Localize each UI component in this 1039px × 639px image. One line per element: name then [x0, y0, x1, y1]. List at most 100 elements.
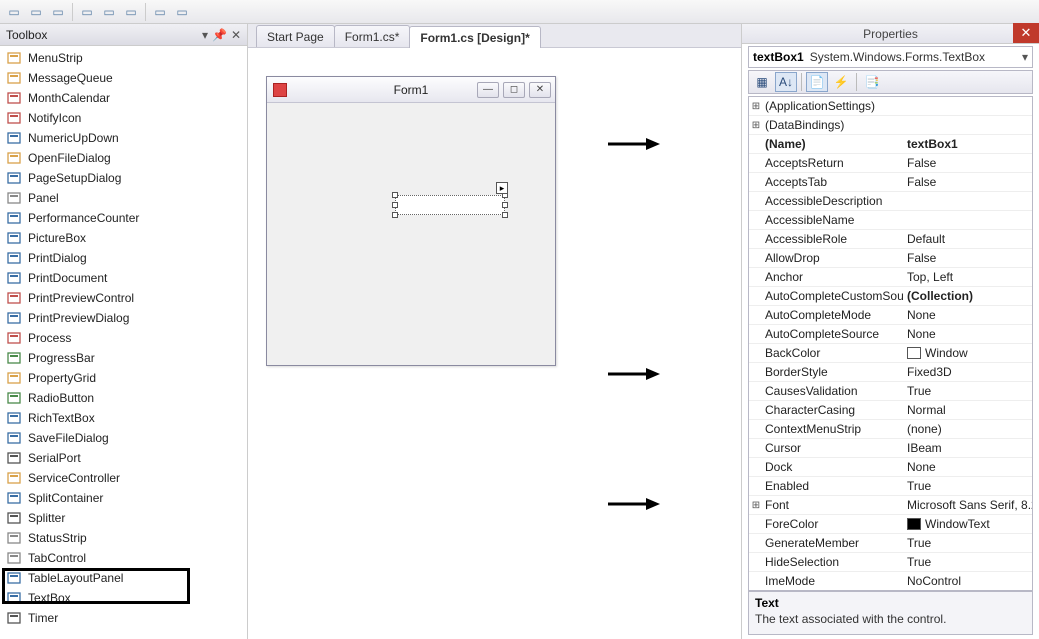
object-selector[interactable]: textBox1 System.Windows.Forms.TextBox ▾ [748, 46, 1033, 68]
properties-button[interactable]: 📄 [806, 72, 828, 92]
toolbox-item[interactable]: NotifyIcon [0, 108, 247, 128]
toolbox-item[interactable]: Timer [0, 608, 247, 628]
toolbox-list[interactable]: MenuStripMessageQueueMonthCalendarNotify… [0, 46, 247, 639]
property-row[interactable]: BackColorWindow [749, 344, 1032, 363]
property-row[interactable]: HideSelectionTrue [749, 553, 1032, 572]
toolbox-item[interactable]: TextBox [0, 588, 247, 608]
expand-icon[interactable]: ⊞ [749, 500, 763, 511]
toolbox-item[interactable]: Splitter [0, 508, 247, 528]
property-row[interactable]: AccessibleDescription [749, 192, 1032, 211]
expand-icon[interactable]: ⊞ [749, 120, 763, 131]
property-value[interactable]: None [903, 460, 1032, 474]
toolbox-item[interactable]: SplitContainer [0, 488, 247, 508]
property-value[interactable]: Top, Left [903, 270, 1032, 284]
toolbox-item[interactable]: OpenFileDialog [0, 148, 247, 168]
toolbox-item[interactable]: PrintPreviewDialog [0, 308, 247, 328]
property-pages-button[interactable]: 📑 [861, 72, 883, 92]
expand-icon[interactable]: ⊞ [749, 101, 763, 112]
property-value[interactable]: None [903, 308, 1032, 322]
property-value[interactable]: None [903, 327, 1032, 341]
resize-grip[interactable] [502, 212, 508, 218]
property-row[interactable]: ForeColorWindowText [749, 515, 1032, 534]
toolbox-item[interactable]: TableLayoutPanel [0, 568, 247, 588]
property-row[interactable]: AutoCompleteCustomSource(Collection) [749, 287, 1032, 306]
document-tab[interactable]: Form1.cs* [334, 25, 411, 47]
property-row[interactable]: AccessibleRoleDefault [749, 230, 1032, 249]
textbox-control-selected[interactable]: ▸ [395, 195, 505, 215]
property-row[interactable]: BorderStyleFixed3D [749, 363, 1032, 382]
toolbox-item[interactable]: ProgressBar [0, 348, 247, 368]
toolbox-item[interactable]: Panel [0, 188, 247, 208]
toolbar-button[interactable]: ▭ [4, 2, 24, 22]
property-value[interactable]: Window [903, 346, 1032, 360]
property-value[interactable]: (Collection) [903, 289, 1032, 303]
toolbox-item[interactable]: Process [0, 328, 247, 348]
toolbox-item[interactable]: PropertyGrid [0, 368, 247, 388]
property-row[interactable]: AcceptsReturnFalse [749, 154, 1032, 173]
smart-tag-icon[interactable]: ▸ [496, 182, 508, 194]
document-tab[interactable]: Form1.cs [Design]* [409, 26, 540, 48]
property-value[interactable]: Normal [903, 403, 1032, 417]
alphabetical-button[interactable]: A↓ [775, 72, 797, 92]
toolbox-item[interactable]: TabControl [0, 548, 247, 568]
property-row[interactable]: ContextMenuStrip(none) [749, 420, 1032, 439]
pin-icon[interactable]: 📌 [212, 28, 227, 42]
property-row[interactable]: AccessibleName [749, 211, 1032, 230]
property-grid[interactable]: ⊞(ApplicationSettings)⊞(DataBindings)(Na… [749, 97, 1032, 590]
toolbar-button[interactable]: ▭ [172, 2, 192, 22]
property-value[interactable]: False [903, 251, 1032, 265]
toolbox-item[interactable]: ServiceController [0, 468, 247, 488]
property-row[interactable]: AnchorTop, Left [749, 268, 1032, 287]
toolbox-item[interactable]: PerformanceCounter [0, 208, 247, 228]
toolbar-button[interactable]: ▭ [48, 2, 68, 22]
property-row[interactable]: ⊞FontMicrosoft Sans Serif, 8.25pt [749, 496, 1032, 515]
minimize-button[interactable]: — [477, 82, 499, 98]
property-value[interactable]: textBox1 [903, 137, 1032, 151]
property-row[interactable]: AcceptsTabFalse [749, 173, 1032, 192]
property-row[interactable]: AllowDropFalse [749, 249, 1032, 268]
property-value[interactable]: True [903, 555, 1032, 569]
toolbox-item[interactable]: MessageQueue [0, 68, 247, 88]
property-value[interactable]: False [903, 156, 1032, 170]
toolbox-item[interactable]: PrintDocument [0, 268, 247, 288]
property-row[interactable]: CausesValidationTrue [749, 382, 1032, 401]
property-row[interactable]: GenerateMemberTrue [749, 534, 1032, 553]
property-value[interactable]: Microsoft Sans Serif, 8.25pt [903, 498, 1032, 512]
property-row[interactable]: ⊞(ApplicationSettings) [749, 97, 1032, 116]
toolbox-item[interactable]: SaveFileDialog [0, 428, 247, 448]
property-row[interactable]: CursorIBeam [749, 439, 1032, 458]
toolbar-button[interactable]: ▭ [77, 2, 97, 22]
property-row[interactable]: AutoCompleteSourceNone [749, 325, 1032, 344]
toolbox-item[interactable]: SerialPort [0, 448, 247, 468]
property-value[interactable]: WindowText [903, 517, 1032, 531]
property-value[interactable]: Default [903, 232, 1032, 246]
dropdown-icon[interactable]: ▾ [1022, 50, 1028, 64]
property-value[interactable]: IBeam [903, 441, 1032, 455]
toolbox-item[interactable]: RichTextBox [0, 408, 247, 428]
events-button[interactable]: ⚡ [830, 72, 852, 92]
property-row[interactable]: DockNone [749, 458, 1032, 477]
property-value[interactable]: (none) [903, 422, 1032, 436]
property-value[interactable]: True [903, 536, 1032, 550]
property-value[interactable]: False [903, 175, 1032, 189]
resize-grip[interactable] [392, 202, 398, 208]
close-button[interactable]: ✕ [1013, 23, 1039, 43]
design-surface[interactable]: Form1 — ◻ ✕ ▸ [248, 48, 741, 639]
toolbox-item[interactable]: MenuStrip [0, 48, 247, 68]
toolbox-item[interactable]: PageSetupDialog [0, 168, 247, 188]
property-value[interactable]: NoControl [903, 574, 1032, 588]
resize-grip[interactable] [392, 192, 398, 198]
property-value[interactable]: Fixed3D [903, 365, 1032, 379]
property-row[interactable]: AutoCompleteModeNone [749, 306, 1032, 325]
resize-grip[interactable] [502, 202, 508, 208]
toolbox-item[interactable]: PictureBox [0, 228, 247, 248]
close-icon[interactable]: ✕ [231, 28, 241, 42]
toolbar-button[interactable]: ▭ [26, 2, 46, 22]
form-designer[interactable]: Form1 — ◻ ✕ ▸ [266, 76, 556, 366]
toolbar-button[interactable]: ▭ [150, 2, 170, 22]
document-tab[interactable]: Start Page [256, 25, 335, 47]
categorized-button[interactable]: ▦ [751, 72, 773, 92]
property-row[interactable]: ImeModeNoControl [749, 572, 1032, 590]
toolbox-item[interactable]: MonthCalendar [0, 88, 247, 108]
property-value[interactable]: True [903, 479, 1032, 493]
